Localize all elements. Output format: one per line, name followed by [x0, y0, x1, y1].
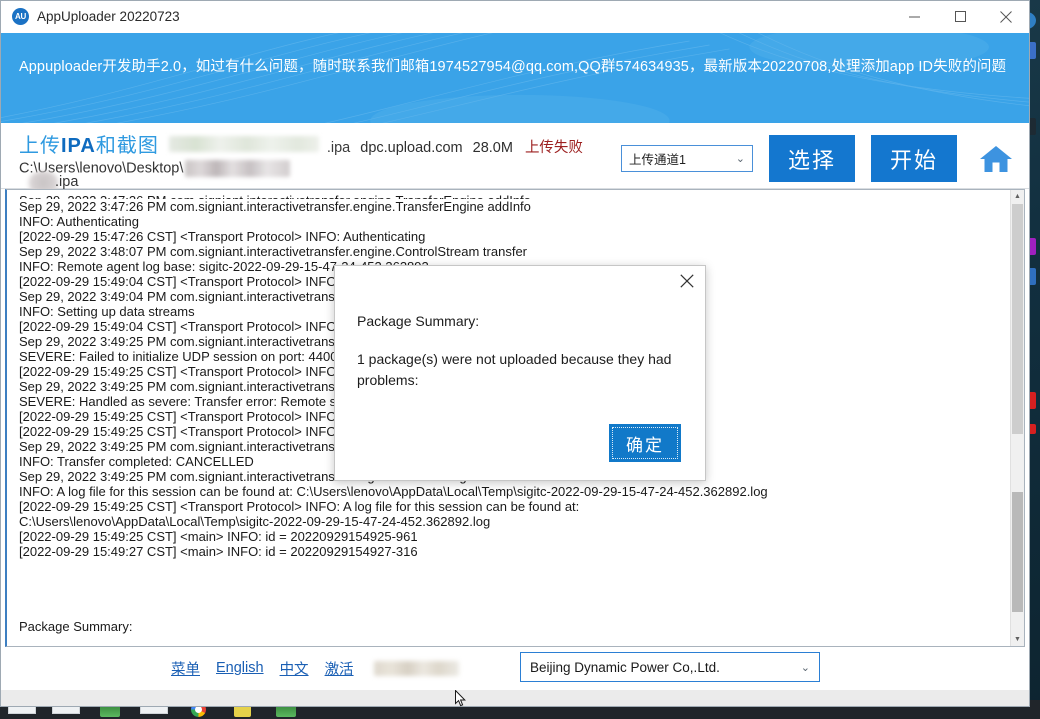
dialog-summary-line1: 1 package(s) were not uploaded because t… — [357, 351, 672, 367]
upload-section-title: 上传IPA和截图 — [19, 135, 159, 157]
dialog-body: Package Summary: 1 package(s) were not u… — [335, 266, 705, 391]
maximize-icon[interactable] — [937, 1, 983, 32]
log-summary-title: Package Summary: — [19, 619, 133, 634]
dialog-summary-title: Package Summary: — [357, 313, 480, 329]
bottom-bar: 菜单 English 中文 激活 Beijing Dynamic Power C… — [1, 647, 1029, 689]
chevron-down-icon: ⌄ — [800, 661, 810, 674]
company-select[interactable]: Beijing Dynamic Power Co,.Ltd. ⌄ — [520, 652, 820, 682]
dialog-gap — [357, 332, 681, 349]
log-spacer — [19, 559, 1011, 574]
upload-filename-ext: .ipa — [326, 140, 351, 156]
scroll-up-icon[interactable]: ▲ — [1011, 190, 1024, 203]
close-icon[interactable] — [983, 1, 1029, 32]
dialog-summary-line2: problems: — [357, 372, 419, 388]
log-line: C:\Users\lenovo\AppData\Local\Temp\sigit… — [19, 514, 491, 529]
package-summary-dialog: Package Summary: 1 package(s) were not u… — [334, 265, 706, 481]
link-menu[interactable]: 菜单 — [171, 658, 200, 679]
log-spacer — [19, 574, 1011, 589]
window-controls — [891, 1, 1029, 32]
log-line: Sep 29, 2022 3:48:07 PM com.signiant.int… — [19, 244, 528, 259]
link-chinese[interactable]: 中文 — [280, 658, 309, 679]
chevron-down-icon: ⌄ — [735, 153, 745, 165]
title-bar: AU AppUploader 20220723 — [1, 1, 1029, 33]
link-activate[interactable]: 激活 — [325, 658, 354, 679]
upload-channel-select[interactable]: 上传通道1 ⌄ — [621, 145, 753, 172]
link-english[interactable]: English — [216, 660, 264, 676]
filepath-redacted — [185, 160, 291, 177]
upload-host: dpc.upload.com — [360, 140, 463, 156]
scrollbar-thumb[interactable] — [1012, 204, 1023, 434]
app-logo-icon: AU — [12, 8, 29, 25]
log-line: [2022-09-29 15:49:25 CST] <Transport Pro… — [19, 499, 580, 514]
window-title: AppUploader 20220723 — [37, 9, 180, 24]
log-line: INFO: A log file for this session can be… — [19, 484, 768, 499]
upload-channel-value: 上传通道1 — [629, 153, 686, 167]
screen: HS 文 xu AU AppUploader 20220723 — [0, 0, 1040, 719]
dialog-close-icon[interactable] — [672, 268, 702, 294]
promo-banner: Appuploader开发助手2.0，如过有什么问题，随时联系我们邮箱19745… — [1, 33, 1029, 123]
minimize-icon[interactable] — [891, 1, 937, 32]
upload-filepath-ext: .ipa — [55, 174, 79, 190]
upload-status-text: 上传失败 — [524, 140, 583, 156]
filename-redacted — [168, 136, 319, 152]
log-spacer — [19, 604, 1011, 619]
upload-filepath: C:\Users\lenovo\Desktop\ — [19, 160, 621, 177]
log-line: [2022-09-29 15:49:25 CST] <main> INFO: i… — [19, 529, 418, 544]
upload-toolbar: 上传IPA和截图 .ipa dpc.upload.com 28.0M 上传失败 … — [1, 123, 1029, 197]
log-line: [2022-09-29 15:47:26 CST] <Transport Pro… — [19, 229, 426, 244]
select-button[interactable]: 选择 — [769, 135, 855, 182]
toolbar-actions: 上传通道1 ⌄ 选择 开始 — [621, 123, 1029, 182]
banner-text: Appuploader开发助手2.0，如过有什么问题，随时联系我们邮箱19745… — [19, 59, 1007, 75]
scroll-down-icon[interactable]: ▼ — [1011, 633, 1024, 646]
log-line: Sep 29, 2022 3:47:26 PM com.signiant.int… — [19, 199, 531, 214]
window-footer — [1, 689, 1029, 706]
account-redacted — [373, 660, 459, 676]
log-line: INFO: Authenticating — [19, 214, 139, 229]
log-line: [2022-09-29 15:49:27 CST] <main> INFO: i… — [19, 544, 418, 559]
home-button[interactable] — [973, 137, 1019, 181]
upload-info: 上传IPA和截图 .ipa dpc.upload.com 28.0M 上传失败 … — [1, 123, 621, 197]
start-button[interactable]: 开始 — [871, 135, 957, 182]
home-icon — [980, 145, 1012, 172]
company-select-value: Beijing Dynamic Power Co,.Ltd. — [530, 659, 720, 675]
log-spacer — [19, 634, 1011, 646]
log-scrollbar[interactable]: ▲ ▼ — [1010, 190, 1024, 646]
upload-filesize: 28.0M — [472, 140, 513, 156]
log-spacer — [19, 589, 1011, 604]
scrollbar-thumb-lower[interactable] — [1012, 492, 1023, 612]
